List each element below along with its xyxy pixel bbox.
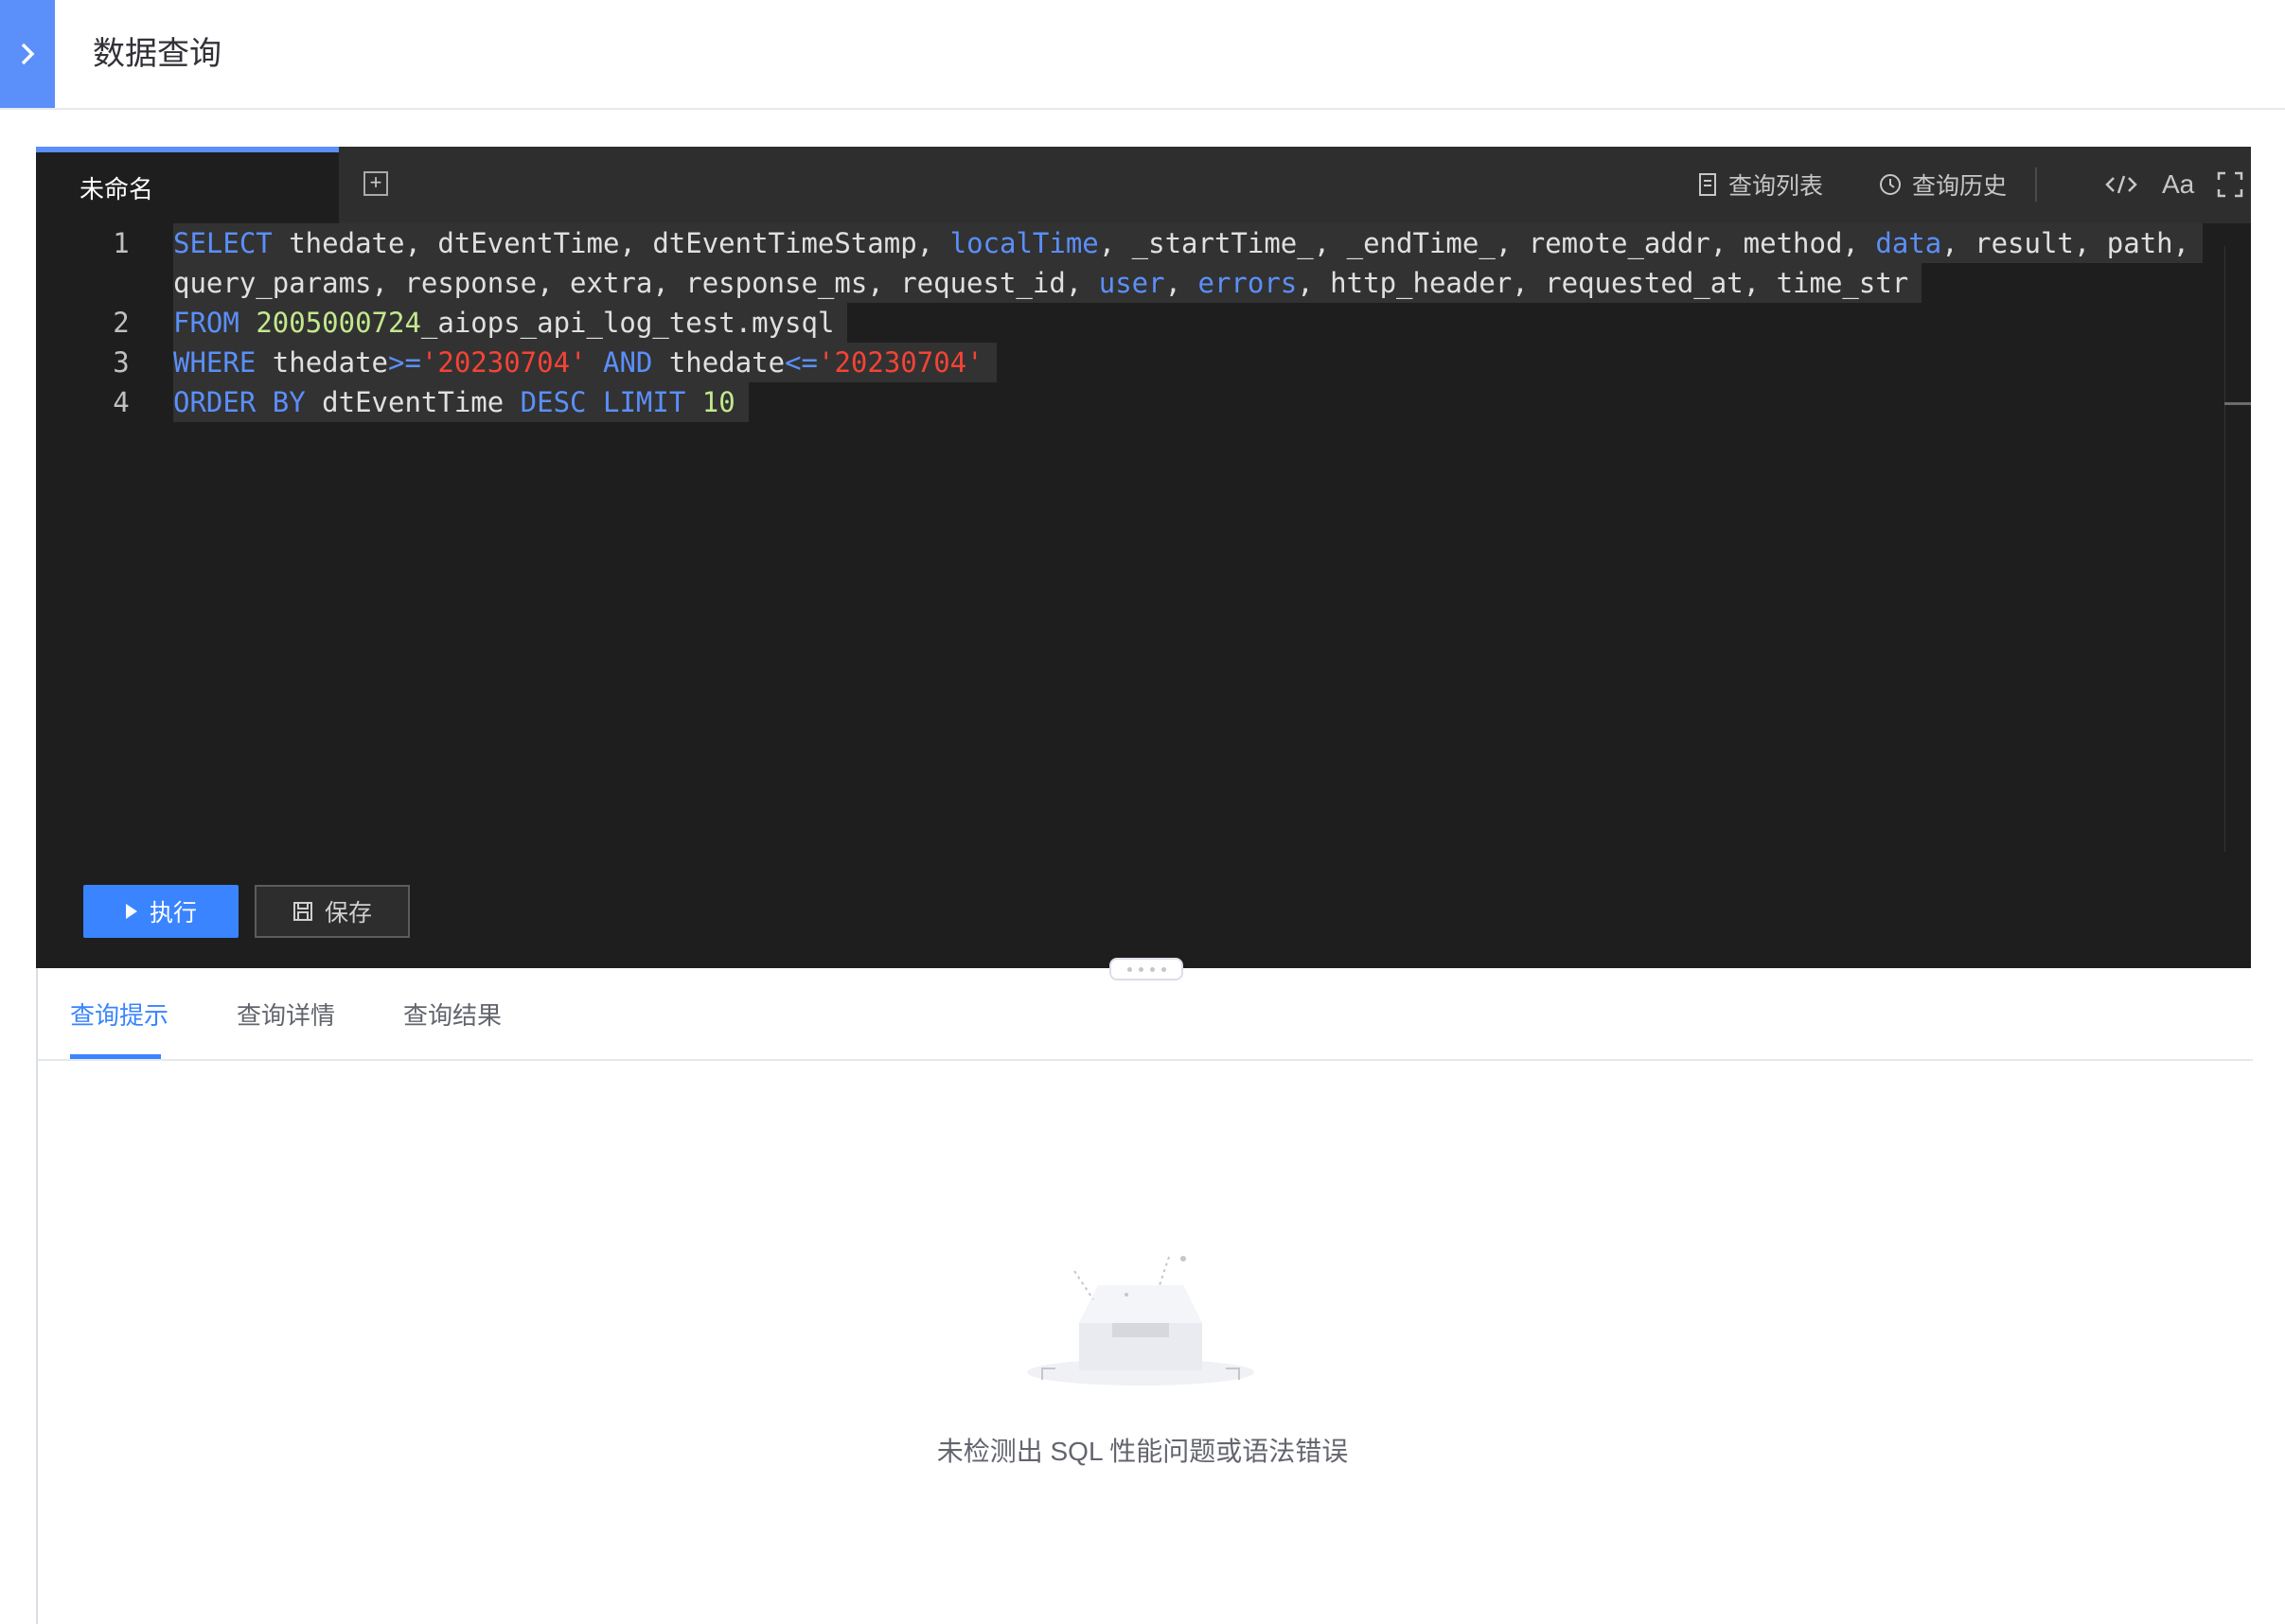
save-label: 保存 xyxy=(324,900,372,927)
query-history-button[interactable]: 查询历史 xyxy=(1878,168,2007,202)
history-icon xyxy=(1880,174,1901,195)
tab-query-hints[interactable]: 查询提示 xyxy=(70,997,168,1032)
chevron-right-icon xyxy=(21,43,35,65)
page-title: 数据查询 xyxy=(93,36,221,72)
query-list-label: 查询列表 xyxy=(1728,173,1824,200)
result-tabs: 查询提示 查询详情 查询结果 xyxy=(38,968,2253,1061)
page-header: 数据查询 xyxy=(0,0,2285,110)
code-area[interactable]: 1 2 3 4 SELECT thedate, dtEventTime, dtE… xyxy=(36,223,2213,621)
sql-editor: 未命名 + 查询列表 查询历史 Aa 1 2 3 4 SELECT thedat… xyxy=(36,147,2251,968)
sql-keyword: DESC xyxy=(520,386,587,418)
sql-number: 2005000724 xyxy=(256,307,421,339)
sql-keyword: AND xyxy=(603,346,653,379)
editor-scroll-thumb[interactable] xyxy=(2224,402,2251,405)
font-size-button[interactable]: Aa xyxy=(2162,166,2194,203)
sql-text: thedate, dtEventTime, dtEventTimeStamp, xyxy=(272,227,950,259)
editor-tab-bar: 未命名 + 查询列表 查询历史 Aa xyxy=(36,147,2251,223)
add-tab-button[interactable]: + xyxy=(363,171,388,196)
sql-text: , xyxy=(1164,267,1198,299)
code-line: WHERE thedate>='20230704' AND thedate<='… xyxy=(173,343,997,382)
sql-text: thedate xyxy=(652,346,786,379)
code-line: query_params, response, extra, response_… xyxy=(173,263,1922,303)
sql-text: , result, path, xyxy=(1941,227,2190,259)
plus-icon: + xyxy=(369,170,382,194)
query-list-button[interactable]: 查询列表 xyxy=(1698,168,1823,202)
fullscreen-button[interactable] xyxy=(2217,166,2243,203)
sql-keyword: data xyxy=(1875,227,1942,259)
tab-unnamed[interactable]: 未命名 xyxy=(36,147,339,223)
sql-keyword: user xyxy=(1098,267,1165,299)
code-line: ORDER BY dtEventTime DESC LIMIT 10 xyxy=(173,382,749,422)
tab-label: 未命名 xyxy=(80,175,154,203)
sql-text: , _startTime_, _endTime_, remote_addr, m… xyxy=(1098,227,1876,259)
toolbar-divider xyxy=(2035,168,2037,202)
sql-string: '20230704' xyxy=(818,346,983,379)
editor-scrollbar[interactable] xyxy=(2224,246,2252,852)
line-number: 3 xyxy=(113,346,130,379)
sql-text: dtEventTime xyxy=(305,386,521,418)
run-button[interactable]: 执行 xyxy=(83,885,239,938)
sql-operator: >= xyxy=(388,346,421,379)
play-icon xyxy=(125,904,137,919)
sql-keyword: errors xyxy=(1197,267,1298,299)
sql-string: '20230704' xyxy=(420,346,587,379)
line-number: 4 xyxy=(113,386,130,418)
sql-text: _aiops_api_log_test.mysql xyxy=(420,307,835,339)
code-line: SELECT thedate, dtEventTime, dtEventTime… xyxy=(173,223,2204,263)
line-number: 2 xyxy=(113,307,130,339)
active-tab-indicator xyxy=(70,1054,161,1059)
tab-query-results[interactable]: 查询结果 xyxy=(403,997,502,1032)
tab-query-details[interactable]: 查询详情 xyxy=(237,997,335,1032)
sql-keyword: SELECT xyxy=(173,227,273,259)
sql-keyword: WHERE xyxy=(173,346,257,379)
code-icon xyxy=(2105,175,2137,194)
sql-keyword: ORDER BY xyxy=(173,386,306,418)
document-list-icon xyxy=(1699,173,1716,196)
format-code-button[interactable] xyxy=(2105,166,2137,203)
code-line: FROM 2005000724_aiops_api_log_test.mysql xyxy=(173,303,848,343)
sql-keyword: localTime xyxy=(949,227,1099,259)
save-button[interactable]: 保存 xyxy=(255,885,410,938)
sql-text: thedate xyxy=(256,346,388,379)
empty-box-icon xyxy=(1027,1256,1254,1386)
sql-keyword: LIMIT xyxy=(602,386,686,418)
fullscreen-icon xyxy=(2217,171,2243,198)
sql-operator: <= xyxy=(785,346,818,379)
font-size-label: Aa xyxy=(2162,169,2195,199)
line-number: 1 xyxy=(113,227,130,259)
empty-state-message: 未检测出 SQL 性能问题或语法错误 xyxy=(936,1437,1349,1466)
query-history-label: 查询历史 xyxy=(1912,173,2008,200)
sql-text: query_params, response, extra, response_… xyxy=(173,267,1099,299)
run-label: 执行 xyxy=(149,900,197,927)
sql-keyword: FROM xyxy=(173,307,239,339)
sql-number: 10 xyxy=(701,386,735,418)
sql-text: , http_header, requested_at, time_str xyxy=(1297,267,1909,299)
save-icon xyxy=(292,902,312,921)
sidebar-toggle-button[interactable] xyxy=(0,0,55,108)
